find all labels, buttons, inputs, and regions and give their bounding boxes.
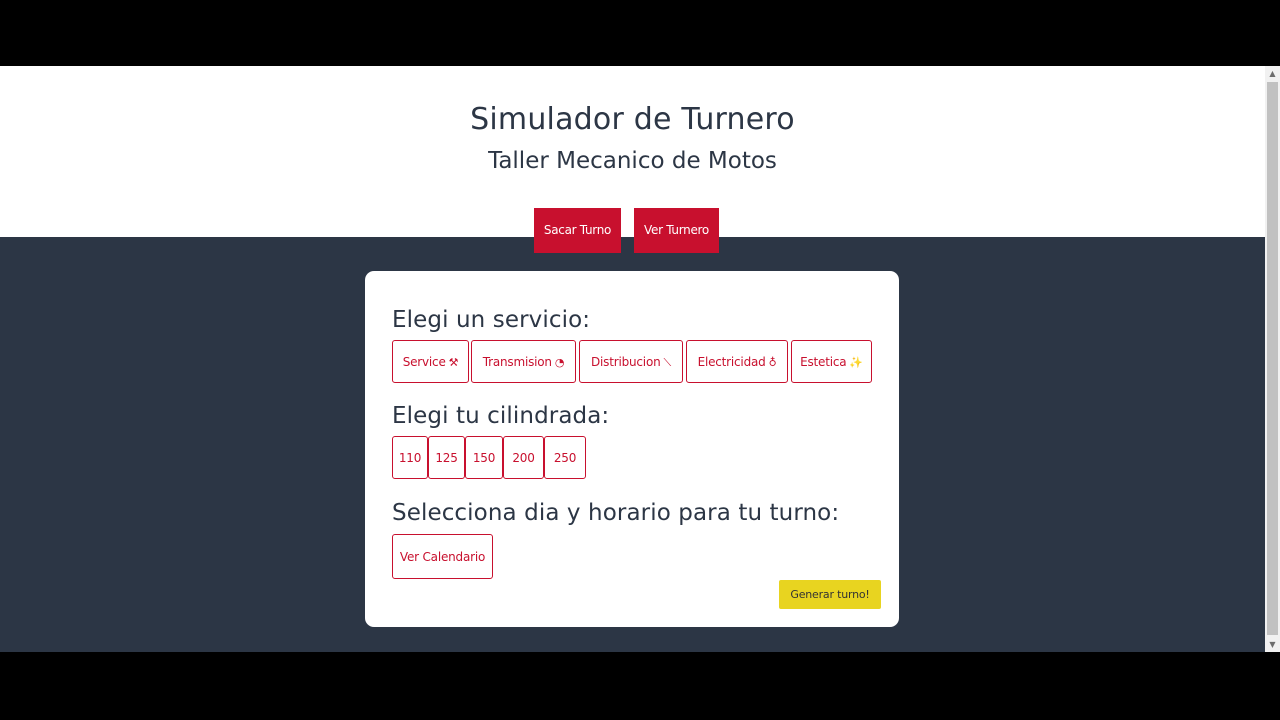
sparkle-icon: ✨ — [849, 356, 863, 369]
ver-calendario-button[interactable]: Ver Calendario — [392, 534, 493, 579]
cilindrada-option-110[interactable]: 110 — [392, 436, 428, 479]
turno-form-card: Elegi un servicio: Service ⚒ Transmision ◔… — [365, 271, 899, 627]
servicio-heading: Elegi un servicio: — [392, 307, 591, 333]
option-label: Estetica — [800, 355, 847, 369]
cilindrada-heading: Elegi tu cilindrada: — [392, 403, 610, 429]
page-subtitle: Taller Mecanico de Motos — [488, 148, 777, 174]
service-option-estetica[interactable]: Estetica ✨ — [791, 340, 872, 383]
turno-heading: Selecciona dia y horario para tu turno: — [392, 500, 840, 526]
ver-turnero-button[interactable]: Ver Turnero — [634, 208, 719, 253]
scroll-up-arrow-icon[interactable]: ▲ — [1265, 66, 1280, 81]
service-option-electricidad[interactable]: Electricidad ♁ — [686, 340, 788, 383]
tools-icon: ⚒ — [448, 356, 459, 369]
service-option-distribucion[interactable]: Distribucion ⟍ — [579, 340, 683, 383]
scroll-down-arrow-icon[interactable]: ▼ — [1265, 637, 1280, 652]
cilindrada-option-125[interactable]: 125 — [428, 436, 465, 479]
cilindrada-option-150[interactable]: 150 — [465, 436, 503, 479]
speedometer-icon: ◔ — [554, 356, 565, 369]
page-header: Simulador de Turnero Taller Mecanico de … — [0, 66, 1265, 237]
service-option-service[interactable]: Service ⚒ — [392, 340, 469, 383]
page-title: Simulador de Turnero — [470, 102, 795, 137]
scroll-thumb[interactable] — [1267, 82, 1278, 635]
option-label: Electricidad — [697, 355, 766, 369]
option-label: Transmision — [482, 355, 552, 369]
option-label: Distribucion — [590, 355, 661, 369]
screwdriver-icon: ⟍ — [663, 356, 672, 369]
generar-turno-button[interactable]: Generar turno! — [779, 580, 881, 609]
cilindrada-option-200[interactable]: 200 — [503, 436, 544, 479]
service-option-transmision[interactable]: Transmision ◔ — [471, 340, 576, 383]
cilindrada-option-250[interactable]: 250 — [544, 436, 586, 479]
vertical-scrollbar[interactable]: ▲ ▼ — [1265, 66, 1280, 652]
lightbulb-icon: ♁ — [768, 356, 777, 369]
browser-viewport: Simulador de Turnero Taller Mecanico de … — [0, 66, 1280, 652]
sacar-turno-button[interactable]: Sacar Turno — [534, 208, 621, 253]
option-label: Service — [402, 355, 446, 369]
